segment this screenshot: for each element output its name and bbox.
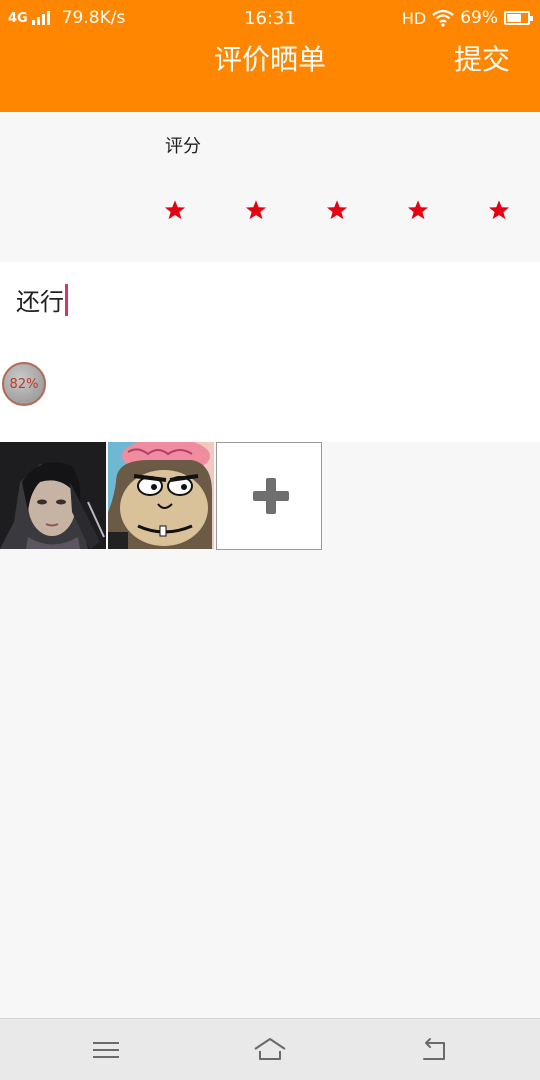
battery-icon xyxy=(504,11,533,25)
upload-progress-badge[interactable]: 82% xyxy=(2,362,46,406)
system-nav-bar xyxy=(0,1018,540,1080)
hd-indicator: HD xyxy=(401,8,427,28)
back-icon[interactable] xyxy=(418,1033,452,1067)
image-list xyxy=(0,442,540,550)
status-bar: 4G 79.8K/s 16:31 HD 69% xyxy=(0,0,540,36)
status-right: HD 69% xyxy=(401,8,533,28)
rating-label: 评分 xyxy=(165,136,201,157)
uploaded-photo-portrait[interactable] xyxy=(0,442,106,549)
star-icon[interactable] xyxy=(326,199,348,221)
rating-stars[interactable] xyxy=(0,198,540,224)
text-cursor xyxy=(65,283,68,316)
add-image-button[interactable] xyxy=(216,442,322,550)
submit-button[interactable]: 提交 xyxy=(454,38,510,78)
star-icon[interactable] xyxy=(488,199,510,221)
header-bar: 4G 79.8K/s 16:31 HD 69% 评价晒单 提交 xyxy=(0,0,540,112)
comment-text: 还行 xyxy=(16,288,64,316)
wifi-icon xyxy=(432,9,454,27)
star-icon[interactable] xyxy=(164,199,186,221)
rating-section: 评分 xyxy=(0,112,540,260)
battery-fill xyxy=(507,14,521,22)
star-icon[interactable] xyxy=(407,199,429,221)
comment-section: 还行 82% xyxy=(0,262,540,442)
menu-icon[interactable] xyxy=(89,1033,123,1067)
comment-input[interactable]: 还行 xyxy=(16,282,68,317)
home-icon[interactable] xyxy=(253,1033,287,1067)
uploaded-photo-cartoon[interactable] xyxy=(108,442,214,549)
star-icon[interactable] xyxy=(245,199,267,221)
battery-percent: 69% xyxy=(460,8,498,28)
